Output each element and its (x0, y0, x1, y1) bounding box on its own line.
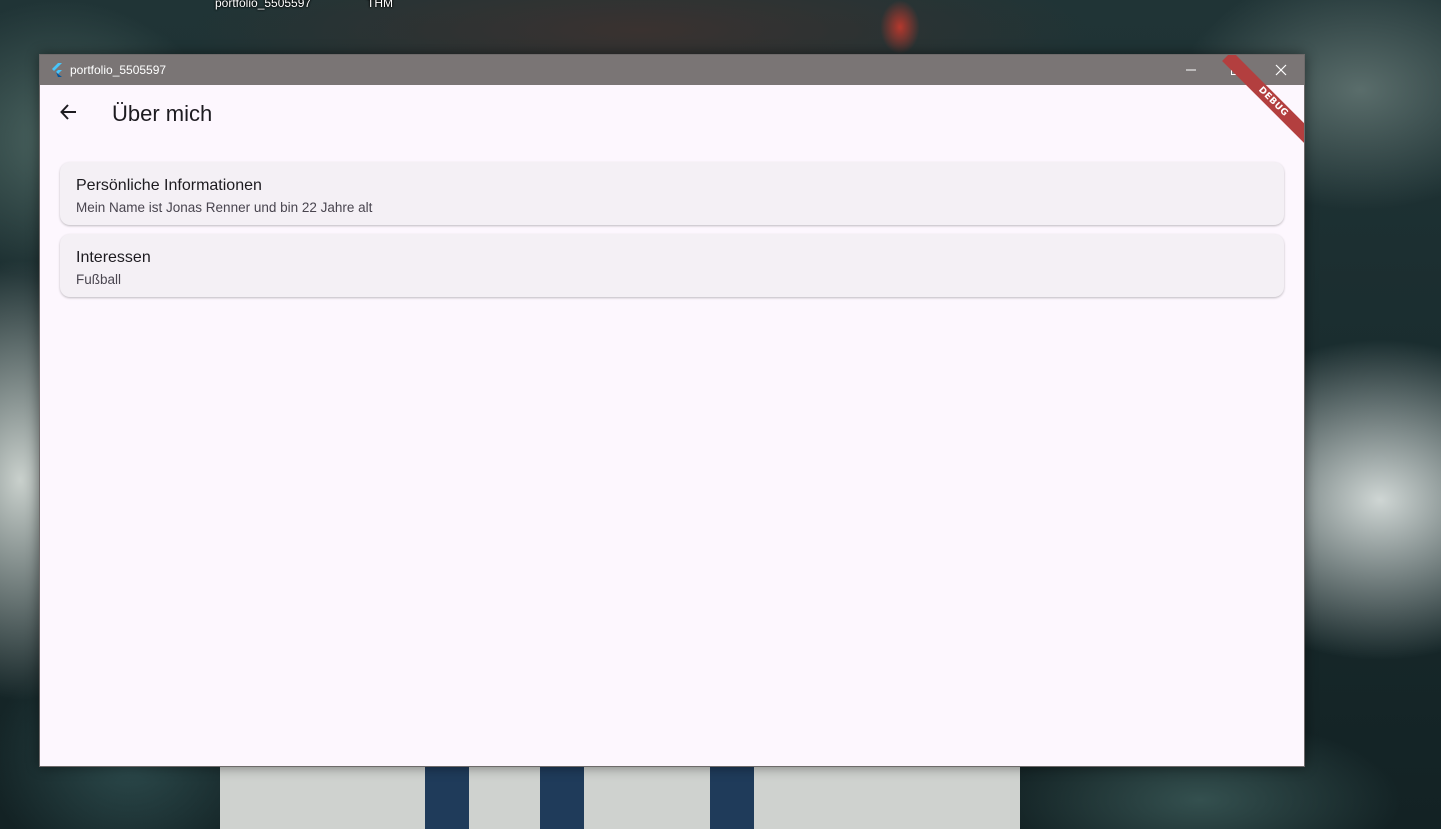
back-button[interactable] (52, 95, 86, 129)
app-bar: Über mich (40, 85, 1304, 143)
minimize-button[interactable] (1168, 55, 1214, 85)
wallpaper-detail (220, 760, 1020, 829)
minimize-icon (1186, 69, 1196, 71)
page-title: Über mich (112, 101, 213, 126)
card-personal-info[interactable]: Persönliche Informationen Mein Name ist … (60, 162, 1284, 225)
window-titlebar[interactable]: portfolio_5505597 (40, 55, 1304, 85)
wallpaper-detail (710, 766, 754, 829)
desktop-icon-label[interactable]: THM (367, 0, 393, 10)
card-title: Interessen (76, 249, 151, 266)
wallpaper-detail (540, 766, 584, 829)
card-title: Persönliche Informationen (76, 177, 262, 194)
window-title: portfolio_5505597 (70, 63, 167, 77)
wallpaper-detail (425, 766, 469, 829)
wallpaper-detail (880, 0, 920, 54)
arrow-back-icon (60, 104, 76, 120)
desktop-icon-label[interactable]: portfolio_5505597 (215, 0, 311, 10)
card-interests[interactable]: Interessen Fußball (60, 234, 1284, 297)
app-window: portfolio_5505597 DEBUG Über mich Persön… (39, 54, 1305, 767)
card-subtitle: Fußball (76, 272, 122, 287)
flutter-icon (52, 63, 62, 77)
card-subtitle: Mein Name ist Jonas Renner und bin 22 Ja… (76, 200, 373, 215)
close-icon (1275, 64, 1287, 76)
close-button[interactable] (1258, 55, 1304, 85)
